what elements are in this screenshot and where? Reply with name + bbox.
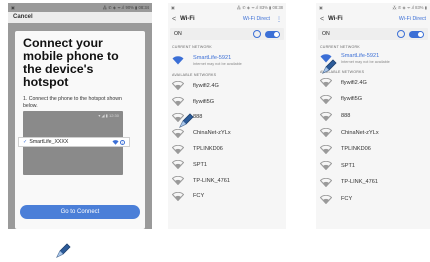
hotspot-highlight: ✓ SmartLife_XXXX i [18, 137, 130, 147]
network-name: ChinaNet-zYLx [341, 129, 379, 136]
wifi-signal-icon [320, 194, 332, 204]
wifi-signal-icon [172, 81, 184, 91]
network-status: Internet may not be available [193, 61, 242, 66]
wifi-toggle-label: ON [174, 31, 182, 37]
list-item[interactable]: SPT1 [316, 158, 430, 175]
screen-connect-hotspot: ▣ ⁂ ✆ ◈ ᯤ.ıl 90% ▮ 08:34 Cancel Connect … [8, 3, 152, 229]
checkmark-icon: ✓ [23, 139, 28, 145]
wifi-signal-icon [172, 128, 184, 138]
wifi-signal-icon [320, 144, 332, 154]
status-left: ▣ [171, 5, 175, 10]
page-title: Wi-Fi [180, 16, 195, 22]
network-name: FCY [193, 193, 205, 200]
network-name: SPT1 [193, 161, 207, 168]
network-name: flywifi2.4G [193, 82, 219, 89]
network-name: 888 [341, 113, 351, 120]
wifi-toggle-switch[interactable] [409, 30, 424, 38]
wifi-signal-icon [172, 144, 184, 154]
network-name: TP-LINK_4761 [193, 177, 231, 184]
hotspot-sheet: Connect your mobile phone to the device'… [15, 31, 145, 229]
network-name: SmartLife-5921 [193, 54, 232, 61]
network-name: FCY [341, 196, 353, 203]
list-item[interactable]: TP-LINK_4761 [316, 174, 430, 191]
scan-circle-icon [253, 30, 261, 38]
back-icon[interactable]: < [320, 16, 324, 23]
current-network-header: CURRENT NETWORK [172, 45, 212, 49]
list-item[interactable]: TPLINKD06 [168, 141, 286, 157]
wifi-signal-icon [172, 55, 184, 64]
wifi-signal-icon [172, 160, 184, 170]
network-name: TP-LINK_4761 [341, 179, 379, 186]
list-item[interactable]: flywifi2.4G [316, 75, 430, 92]
wifi-toggle-switch[interactable] [265, 30, 280, 38]
network-status: Internet may not be available [341, 59, 390, 64]
network-name: flywifi5G [341, 96, 363, 103]
network-name: ChinaNet-zYLx [193, 130, 231, 137]
wifi-signal-icon [320, 94, 332, 104]
list-item[interactable]: flywifi2.4G [168, 78, 286, 94]
wifi-signal-icon [320, 78, 332, 88]
current-network-header: CURRENT NETWORK [320, 45, 360, 49]
wifi-icon [112, 139, 119, 145]
pen-pointer-icon [56, 243, 71, 258]
status-bar: ▣ ⁂ ✆ ◈ ᯤ.ıl 83% ▮ 08:38 [168, 3, 286, 12]
available-network-list: flywifi2.4G flywifi5G 888 ChinaNet-zYLx … [316, 75, 430, 208]
wifi-signal-icon [172, 191, 184, 201]
wifi-signal-icon [320, 128, 332, 138]
wifi-signal-icon [320, 111, 332, 121]
list-item[interactable]: FCY [168, 189, 286, 205]
scan-circle-icon [397, 30, 405, 38]
page-title: Connect your mobile phone to the device'… [23, 36, 119, 89]
step-instruction: 1. Connect the phone to the hotspot show… [23, 96, 122, 109]
status-right: ⁂ ✆ ◈ ᯤ.ıl 83% ▮ [392, 4, 428, 10]
network-name: TPLINKD06 [341, 146, 371, 153]
status-left: ▣ [319, 5, 323, 10]
list-item[interactable]: TPLINKD06 [316, 141, 430, 158]
status-bar: ▣ ⁂ ✆ ◈ ᯤ.ıl 90% ▮ 08:34 [8, 3, 152, 12]
wifi-direct-link[interactable]: Wi-Fi Direct [243, 16, 270, 22]
available-network-list: flywifi2.4G flywifi5G 888 ChinaNet-zYLx … [168, 78, 286, 204]
list-item[interactable]: flywifi5G [168, 94, 286, 110]
list-item[interactable]: ChinaNet-zYLx [316, 124, 430, 141]
wifi-direct-link[interactable]: Wi-Fi Direct [399, 16, 426, 22]
page-title: Wi-Fi [328, 16, 343, 22]
list-item[interactable]: 888 [316, 108, 430, 125]
wifi-header: < Wi-Fi Wi-Fi Direct ⋮ [168, 12, 286, 26]
wifi-list-illustration: ▾ ◢ ▮ 12:30 ✓ SmartLife_XXXX i [18, 111, 130, 175]
list-item[interactable]: SPT1 [168, 157, 286, 173]
wifi-toggle-label: ON [322, 31, 330, 37]
network-name: flywifi2.4G [341, 79, 367, 86]
status-bar: ▣ ⁂ ✆ ◈ ᯤ.ıl 83% ▮ [316, 3, 430, 12]
network-name: SPT1 [341, 162, 355, 169]
list-item[interactable]: TP-LINK_4761 [168, 173, 286, 189]
screen-wifi-settings-2: ▣ ⁂ ✆ ◈ ᯤ.ıl 83% ▮ < Wi-Fi Wi-Fi Direct … [316, 3, 430, 229]
wifi-toggle-row[interactable]: ON [170, 28, 284, 40]
wifi-header: < Wi-Fi Wi-Fi Direct [316, 12, 430, 26]
wifi-toggle-row[interactable]: ON [318, 28, 428, 40]
network-name: flywifi5G [193, 98, 215, 105]
pen-pointer-icon [179, 113, 194, 128]
list-item[interactable]: flywifi5G [316, 91, 430, 108]
more-icon[interactable]: ⋮ [276, 16, 282, 23]
hotspot-name: SmartLife_XXXX [29, 139, 69, 145]
wifi-signal-icon [320, 161, 332, 171]
status-right: ⁂ ✆ ◈ ᯤ.ıl 90% ▮ 08:34 [102, 4, 149, 10]
current-network-item[interactable]: SmartLife-5921 Internet may not be avail… [168, 50, 286, 70]
network-name: TPLINKD06 [193, 146, 223, 153]
list-item[interactable]: FCY [316, 191, 430, 208]
back-icon[interactable]: < [172, 16, 176, 23]
wifi-signal-icon [172, 97, 184, 107]
cancel-button[interactable]: Cancel [8, 12, 152, 23]
wifi-signal-icon [172, 176, 184, 186]
info-icon: i [120, 139, 125, 145]
status-right: ⁂ ✆ ◈ ᯤ.ıl 83% ▮ 08:38 [236, 4, 283, 10]
status-left: ▣ [11, 5, 15, 10]
wifi-signal-icon [320, 177, 332, 187]
network-name: SmartLife-5921 [341, 52, 380, 59]
available-networks-header: AVAILABLE NETWORKS [172, 73, 217, 77]
pen-pointer-icon [322, 59, 337, 74]
go-to-connect-button[interactable]: Go to Connect [20, 205, 140, 219]
mock-status-bar: ▾ ◢ ▮ 12:30 [98, 113, 119, 118]
